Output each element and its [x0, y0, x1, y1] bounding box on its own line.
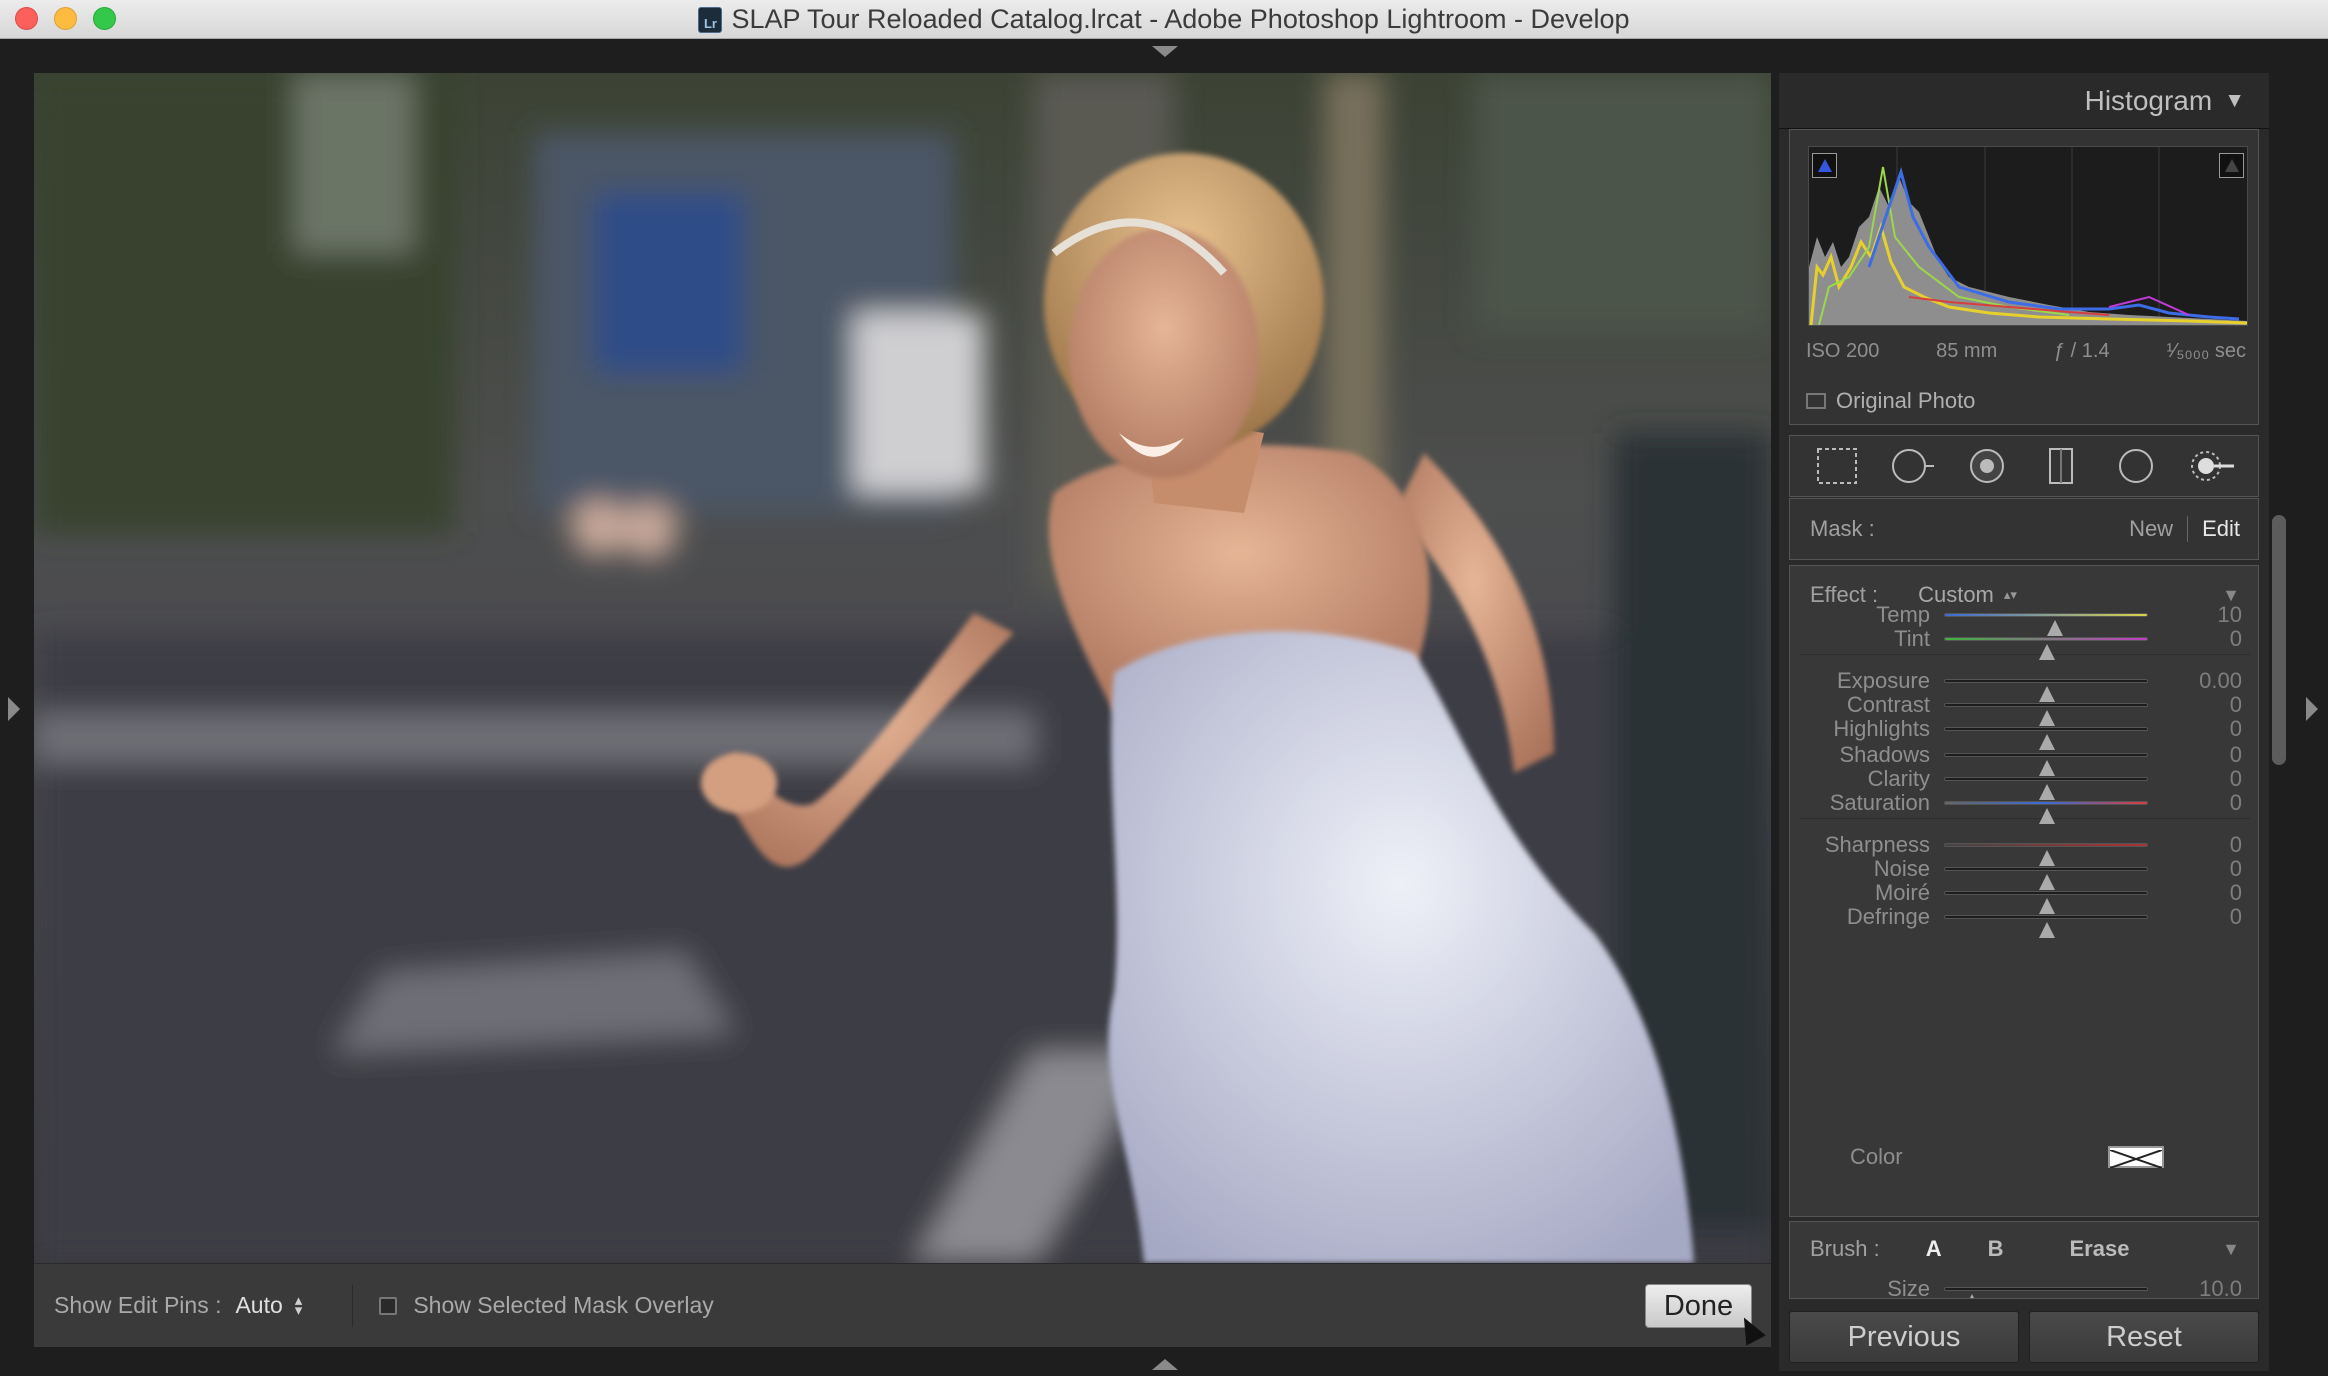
noise-track[interactable] [1944, 867, 2148, 890]
original-photo-label: Original Photo [1836, 388, 1976, 413]
bottom-panel-toggle-icon[interactable] [1152, 1359, 1178, 1370]
saturation-knob[interactable] [2039, 808, 2055, 824]
iso-text: ISO 200 [1806, 340, 1880, 362]
photo-canvas[interactable] [34, 73, 1771, 1295]
highlight-clipping-toggle[interactable] [2219, 153, 2244, 178]
mask-edit-button[interactable]: Edit [2202, 516, 2240, 542]
mask-overlay-label: Show Selected Mask Overlay [413, 1292, 714, 1318]
top-panel-toggle-icon[interactable] [1152, 46, 1178, 57]
adjustment-panel: Effect : Custom ▴▾ ▼ Temp 10 Tint 0 Exposure… [1789, 565, 2259, 1217]
previous-button[interactable]: Previous [1789, 1311, 2019, 1363]
adjustment-brush-icon[interactable] [2188, 443, 2234, 489]
crop-tool-icon[interactable] [1814, 443, 1860, 489]
size-track[interactable] [1944, 1287, 2148, 1298]
color-swatch[interactable] [2108, 1146, 2164, 1169]
defringe-knob[interactable] [2039, 922, 2055, 938]
highlights-label: Highlights [1833, 716, 1930, 741]
shadows-track[interactable] [1944, 753, 2148, 776]
brush-label: Brush : [1810, 1236, 1880, 1261]
reset-button[interactable]: Reset [2029, 1311, 2259, 1363]
defringe-label: Defringe [1846, 904, 1930, 929]
mask-new-button[interactable]: New [2129, 516, 2173, 542]
histogram-panel: ISO 200 85 mm ƒ / 1.4 ¹⁄₅₀₀₀ sec Origina… [1789, 129, 2259, 425]
mask-overlay-checkbox[interactable] [379, 1296, 398, 1315]
collapse-triangle-icon[interactable]: ▼ [2224, 89, 2245, 113]
tint-value[interactable]: 0 [2230, 626, 2242, 652]
color-label: Color [1850, 1144, 1903, 1169]
brush-panel: Brush : A B Erase ▼ Size 10.0 [1789, 1221, 2259, 1299]
tool-strip [1789, 435, 2259, 497]
toolbar-divider [352, 1284, 354, 1327]
original-photo-checkbox[interactable] [1806, 393, 1826, 409]
edit-pins-select[interactable]: Auto [235, 1292, 282, 1319]
tint-label: Tint [1894, 626, 1930, 651]
left-panel-toggle-icon[interactable] [8, 697, 20, 721]
right-panel-scrollbar[interactable] [2272, 515, 2286, 765]
tint-track[interactable] [1944, 637, 2148, 660]
right-panel: Histogram ▼ ISO 200 85 mm ƒ / 1.4 ¹⁄₅₀₀₀… [1779, 73, 2269, 1371]
tint-knob[interactable] [2039, 644, 2055, 660]
tint-slider-row: Tint 0 [1790, 624, 2260, 660]
histogram-title: Histogram [2084, 84, 2213, 116]
radial-filter-icon[interactable] [2113, 443, 2159, 489]
develop-module: Show Edit Pins : Auto ▴ ▾ Show Selected M… [0, 39, 2328, 1376]
slider-group-divider [1800, 654, 2250, 655]
mask-label: Mask : [1810, 516, 1875, 541]
bottom-buttons: Previous Reset [1789, 1311, 2259, 1363]
defringe-track[interactable] [1944, 915, 2148, 938]
brush-row: Brush : A B Erase ▼ [1790, 1234, 2258, 1264]
right-panel-toggle-icon[interactable] [2306, 697, 2318, 721]
histogram-graph[interactable] [1808, 146, 2248, 326]
window-title: SLAP Tour Reloaded Catalog.lrcat - Adobe… [731, 4, 1630, 34]
brush-erase-button[interactable]: Erase [2069, 1236, 2129, 1262]
title-bar: Lr SLAP Tour Reloaded Catalog.lrcat - Ad… [0, 0, 2328, 39]
size-label: Size [1887, 1276, 1930, 1299]
clarity-track[interactable] [1944, 777, 2148, 800]
saturation-value[interactable]: 0 [2230, 790, 2242, 816]
temp-track[interactable] [1944, 613, 2148, 636]
original-photo-toggle[interactable]: Original Photo [1806, 388, 1975, 414]
spot-removal-tool-icon[interactable] [1889, 443, 1935, 489]
size-slider-row: Size 10.0 [1790, 1274, 2258, 1299]
contrast-track[interactable] [1944, 703, 2148, 726]
highlights-track[interactable] [1944, 727, 2148, 750]
brush-b-button[interactable]: B [1988, 1236, 2004, 1262]
color-row: Color [1790, 1140, 2260, 1174]
show-edit-pins-label: Show Edit Pins : [54, 1292, 222, 1318]
saturation-track[interactable] [1944, 801, 2148, 824]
saturation-label: Saturation [1829, 790, 1930, 815]
shutter-text: ¹⁄₅₀₀₀ sec [2166, 340, 2246, 362]
moir-track[interactable] [1944, 891, 2148, 914]
exposure-track[interactable] [1944, 679, 2148, 702]
focal-length-text: 85 mm [1936, 340, 1998, 362]
aperture-text: ƒ / 1.4 [2053, 340, 2110, 362]
histogram-header[interactable]: Histogram ▼ [1779, 73, 2269, 129]
size-knob[interactable] [1963, 1294, 1980, 1298]
slider-group-divider [1800, 818, 2250, 819]
size-value[interactable]: 10.0 [2199, 1276, 2242, 1298]
brush-a-button[interactable]: A [1926, 1236, 1942, 1262]
graduated-filter-icon[interactable] [2038, 443, 2084, 489]
highlights-value[interactable]: 0 [2230, 716, 2242, 742]
develop-toolbar: Show Edit Pins : Auto ▴ ▾ Show Selected M… [34, 1263, 1771, 1347]
brush-collapse-icon[interactable]: ▼ [2222, 1239, 2240, 1260]
shadow-clipping-toggle[interactable] [1812, 153, 1837, 178]
lightroom-app-icon: Lr [698, 6, 723, 33]
mask-row: Mask : New Edit [1789, 498, 2259, 560]
exif-info: ISO 200 85 mm ƒ / 1.4 ¹⁄₅₀₀₀ sec [1806, 340, 2246, 363]
updown-chevron-icon[interactable]: ▴ ▾ [295, 1293, 303, 1318]
mask-divider [2187, 516, 2189, 542]
sharpness-track[interactable] [1944, 843, 2148, 866]
defringe-value[interactable]: 0 [2230, 904, 2242, 930]
red-eye-tool-icon[interactable] [1964, 443, 2010, 489]
defringe-slider-row: Defringe 0 [1790, 902, 2260, 938]
saturation-slider-row: Saturation 0 [1790, 788, 2260, 824]
